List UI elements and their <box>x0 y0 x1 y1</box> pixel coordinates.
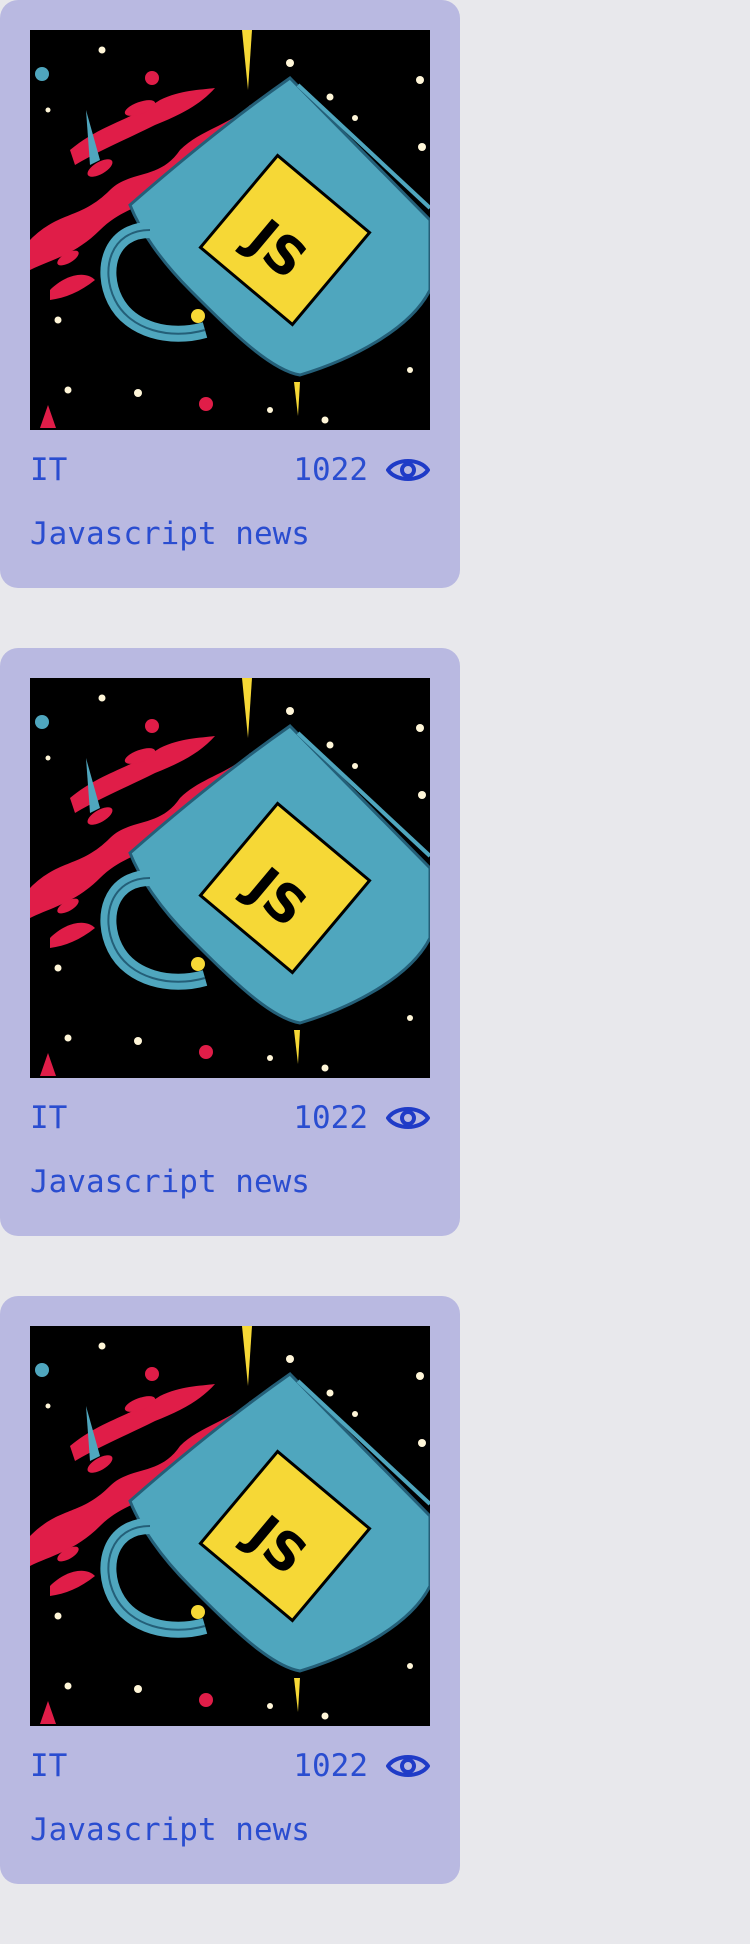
js-mug-illustration: JS <box>30 678 430 1078</box>
news-card-meta: IT 1022 <box>30 1746 430 1786</box>
news-card-views: 1022 <box>293 1098 430 1138</box>
eye-icon <box>386 459 430 481</box>
news-card-category[interactable]: IT <box>30 450 67 490</box>
news-card[interactable]: JS IT 1022 Javascript news <box>0 0 460 588</box>
news-card[interactable]: JS IT 1022 Javascript news <box>0 648 460 1236</box>
eye-icon <box>386 1755 430 1777</box>
news-card-image[interactable]: JS <box>30 1326 430 1726</box>
views-count: 1022 <box>293 1100 368 1136</box>
views-count: 1022 <box>293 452 368 488</box>
news-card-views: 1022 <box>293 450 430 490</box>
news-card-title[interactable]: Javascript news <box>30 1162 310 1202</box>
news-card-meta: IT 1022 <box>30 1098 430 1138</box>
news-card-category[interactable]: IT <box>30 1098 67 1138</box>
news-card-meta: IT 1022 <box>30 450 430 490</box>
news-card-image[interactable]: JS <box>30 678 430 1078</box>
js-mug-illustration: JS <box>30 1326 430 1726</box>
views-count: 1022 <box>293 1748 368 1784</box>
news-card-image[interactable]: JS <box>30 30 430 430</box>
news-card[interactable]: JS IT 1022 Javascript news <box>0 1296 460 1884</box>
news-card-views: 1022 <box>293 1746 430 1786</box>
news-card-category[interactable]: IT <box>30 1746 67 1786</box>
eye-icon <box>386 1107 430 1129</box>
news-card-title[interactable]: Javascript news <box>30 514 310 554</box>
js-mug-illustration: JS <box>30 30 430 430</box>
news-card-title[interactable]: Javascript news <box>30 1810 310 1850</box>
